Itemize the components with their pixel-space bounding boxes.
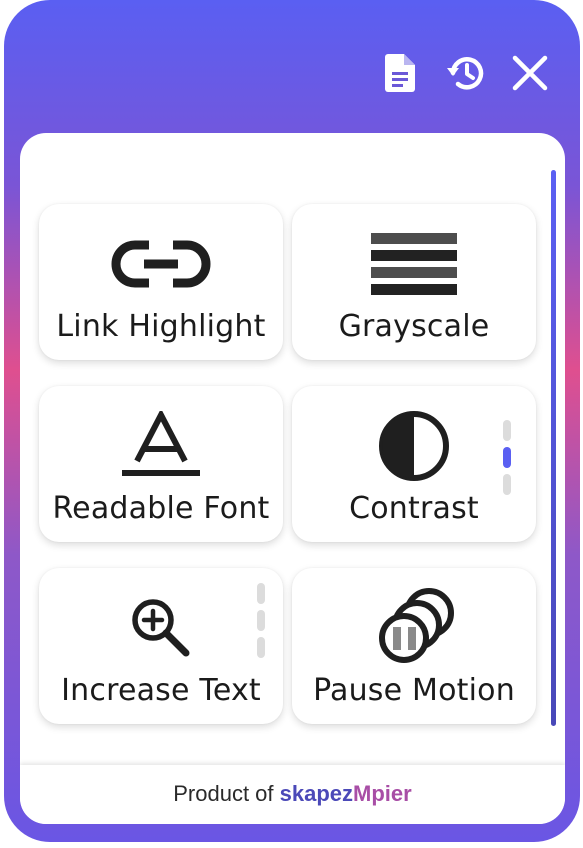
contrast-card[interactable]: Contrast — [292, 386, 536, 542]
brand-link[interactable]: skapezMpier — [280, 781, 412, 806]
brand-part1: skapez — [279, 781, 354, 806]
accessibility-widget: Link Highlight Grayscale Readable Font C… — [4, 0, 580, 842]
document-icon[interactable] — [383, 53, 417, 93]
contrast-level-indicator — [503, 420, 511, 501]
grayscale-label: Grayscale — [338, 309, 490, 344]
history-icon[interactable] — [445, 53, 487, 93]
options-panel: Link Highlight Grayscale Readable Font C… — [20, 133, 565, 824]
link-highlight-label: Link Highlight — [56, 309, 266, 344]
options-grid: Link Highlight Grayscale Readable Font C… — [20, 133, 565, 763]
pause-motion-card[interactable]: Pause Motion — [292, 568, 536, 724]
grayscale-icon — [292, 224, 536, 304]
readable-font-card[interactable]: Readable Font — [39, 386, 283, 542]
pause-motion-icon — [292, 588, 536, 668]
zoom-in-icon — [39, 588, 283, 668]
brand-part2: Mpier — [353, 781, 412, 806]
grayscale-card[interactable]: Grayscale — [292, 204, 536, 360]
font-icon — [39, 406, 283, 486]
pause-motion-label: Pause Motion — [313, 673, 515, 708]
increase-text-label: Increase Text — [61, 673, 261, 708]
footer-prefix: Product of — [173, 781, 274, 806]
readable-font-label: Readable Font — [52, 491, 270, 526]
contrast-label: Contrast — [349, 491, 479, 526]
link-icon — [39, 224, 283, 304]
close-icon[interactable] — [509, 53, 551, 93]
panel-scrollbar[interactable] — [551, 170, 556, 726]
contrast-icon — [292, 406, 536, 486]
increase-text-level-indicator — [257, 583, 265, 664]
link-highlight-card[interactable]: Link Highlight — [39, 204, 283, 360]
footer: Product of skapezMpier — [20, 765, 565, 824]
increase-text-card[interactable]: Increase Text — [39, 568, 283, 724]
